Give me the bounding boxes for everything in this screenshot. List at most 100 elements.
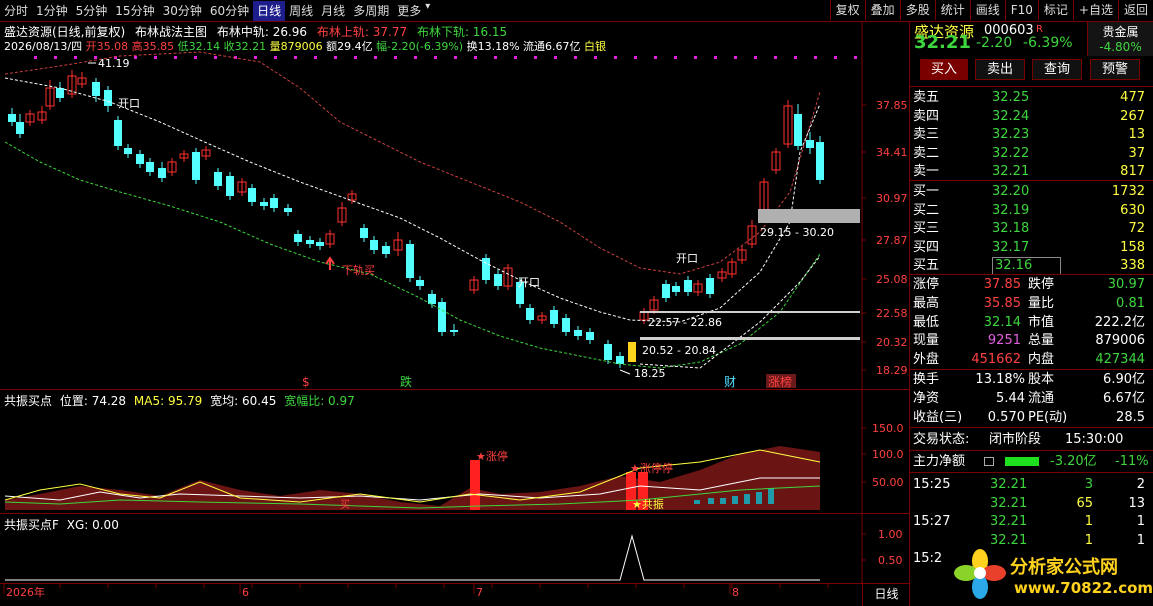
- ask-row: 卖一 32.21 817: [910, 162, 1153, 181]
- toolbar-right-buttons: 复权 叠加 多股 统计 画线 F10 标记 +自选 返回: [829, 0, 1153, 22]
- toolbar-button[interactable]: 复权: [829, 0, 865, 20]
- price-tick-label: 34.41: [876, 146, 908, 159]
- signal-dot: [714, 56, 717, 59]
- period-status[interactable]: 日线: [862, 582, 910, 606]
- candle-body: [494, 274, 502, 286]
- limit-up-label: ★涨停: [476, 449, 508, 463]
- toolbar-button[interactable]: 标记: [1037, 0, 1073, 20]
- buy-label: 买: [340, 499, 350, 511]
- toolbar-button[interactable]: +自选: [1072, 0, 1118, 20]
- candle-body: [526, 308, 534, 320]
- ask-row: 卖五 32.25 477: [910, 88, 1153, 107]
- main-kline-pane[interactable]: 盛达资源(日线,前复权) 布林战法主图 布林中轨: 26.96 布林上轨: 37…: [0, 22, 910, 389]
- candle-body: [294, 234, 302, 242]
- stock-tag: R: [1036, 24, 1043, 35]
- period-tab[interactable]: 15分钟: [111, 1, 158, 21]
- bid-volume: 1732: [1111, 184, 1145, 199]
- candle-body: [214, 172, 222, 186]
- dropdown-icon[interactable]: ▾: [425, 1, 430, 21]
- separator: [910, 450, 1153, 451]
- signal-dot: [654, 56, 657, 59]
- signal-dot: [214, 56, 217, 59]
- main-net-row[interactable]: 主力净额 -3.20亿 -11%: [910, 452, 1153, 471]
- open-label: 开口: [118, 97, 140, 110]
- stat-label: 换手: [913, 372, 940, 387]
- range-box: [758, 209, 860, 223]
- price-tick-label: 22.58: [876, 307, 908, 320]
- signal-dot: [454, 56, 457, 59]
- time-axis: 2026年 6 7 8: [0, 583, 910, 606]
- stat-value: 6.90亿: [1103, 372, 1145, 387]
- sector-box[interactable]: 贵金属 -4.80%: [1087, 22, 1153, 56]
- signal-dot: [834, 56, 837, 59]
- signal-dot: [34, 56, 37, 59]
- signal-dot: [734, 56, 737, 59]
- sub1-chart-svg: 150.0 100.0 50.00 ★涨停 ★涨停停 ★共振 买: [4, 390, 904, 514]
- signal-dot: [474, 56, 477, 59]
- signal-dot: [594, 56, 597, 59]
- toolbar-button[interactable]: F10: [1004, 0, 1038, 20]
- sub2-chart-svg: 1.00 0.50: [5, 514, 903, 584]
- trade-status-row: 交易状态: 闭市阶段 15:30:00: [910, 430, 1153, 449]
- range-label: 20.52 - 20.84: [642, 344, 716, 357]
- candle-body: [248, 188, 256, 202]
- sub1-tick-label: 50.00: [872, 476, 904, 489]
- stat-row: 净资 5.44 流通 6.67亿: [910, 389, 1153, 408]
- sub-indicator-1-pane[interactable]: 共振买点 位置: 74.28 MA5: 95.79 宽均: 60.45 宽幅比:…: [0, 389, 910, 514]
- candle-body: [114, 120, 122, 146]
- event-marker: 财: [724, 375, 736, 389]
- candle-body: [226, 176, 234, 196]
- event-marker: 跌: [400, 374, 412, 389]
- stat-value: 6.67亿: [1103, 391, 1145, 406]
- candle-body: [158, 168, 166, 178]
- ask-volume: 37: [1128, 145, 1145, 161]
- query-button[interactable]: 查询: [1032, 59, 1082, 80]
- sub1-bar: [732, 496, 738, 504]
- stat-row: 收益(三) 0.570 PE(动) 28.5: [910, 408, 1153, 427]
- trade-time: 15:30:00: [1065, 432, 1124, 447]
- stat-label: 股本: [1028, 372, 1055, 387]
- period-tab[interactable]: 更多: [393, 1, 425, 21]
- signal-dot: [414, 56, 417, 59]
- stat-value: 222.2亿: [1094, 314, 1145, 330]
- candle-body: [270, 198, 278, 208]
- price-tick-label: 18.29: [876, 364, 908, 377]
- sell-button[interactable]: 卖出: [975, 59, 1025, 80]
- sub-indicator-2-pane[interactable]: 共振买点F XG: 0.00 1.00 0.50: [0, 513, 910, 584]
- period-tab[interactable]: 分时: [0, 1, 32, 21]
- candle-body: [316, 242, 324, 246]
- max-price-label: 41.19: [98, 57, 130, 70]
- candle-body: [104, 90, 112, 106]
- toolbar-button[interactable]: 统计: [934, 0, 970, 20]
- price-tick-label: 25.08: [876, 273, 908, 286]
- period-tab[interactable]: 月线: [317, 1, 349, 21]
- toolbar-button[interactable]: 多股: [899, 0, 935, 20]
- period-tab[interactable]: 周线: [285, 1, 317, 21]
- toolbar-button[interactable]: 叠加: [864, 0, 900, 20]
- toolbar-button[interactable]: 画线: [969, 0, 1005, 20]
- arrow-up-icon: [325, 256, 335, 270]
- bid-label: 买一: [913, 184, 940, 199]
- stat-value: 37.85: [983, 277, 1021, 292]
- candle-body: [482, 258, 490, 280]
- signal-dot: [434, 56, 437, 59]
- alert-button[interactable]: 预警: [1090, 59, 1140, 80]
- time-tick-label: 8: [732, 586, 739, 599]
- period-tab[interactable]: 1分钟: [32, 1, 72, 21]
- candle-body: [260, 202, 268, 206]
- time-axis-svg: 2026年 6 7 8: [3, 584, 829, 599]
- period-tab[interactable]: 5分钟: [72, 1, 112, 21]
- stat-label: 现量: [913, 333, 940, 349]
- toolbar-button[interactable]: 返回: [1117, 0, 1153, 20]
- period-tab[interactable]: 30分钟: [159, 1, 206, 21]
- sub1-tick-label: 100.0: [872, 448, 904, 461]
- tick-volume: 65: [1076, 495, 1093, 511]
- signal-dot: [334, 56, 337, 59]
- period-tab[interactable]: 多周期: [349, 1, 393, 21]
- buy-button[interactable]: 买入: [920, 59, 968, 80]
- period-tab[interactable]: 日线: [253, 0, 286, 21]
- tick-row: 15:27 32.21 1 1: [910, 512, 1153, 531]
- separator: [910, 472, 1153, 473]
- signal-dot: [194, 56, 197, 59]
- period-tab[interactable]: 60分钟: [206, 1, 253, 21]
